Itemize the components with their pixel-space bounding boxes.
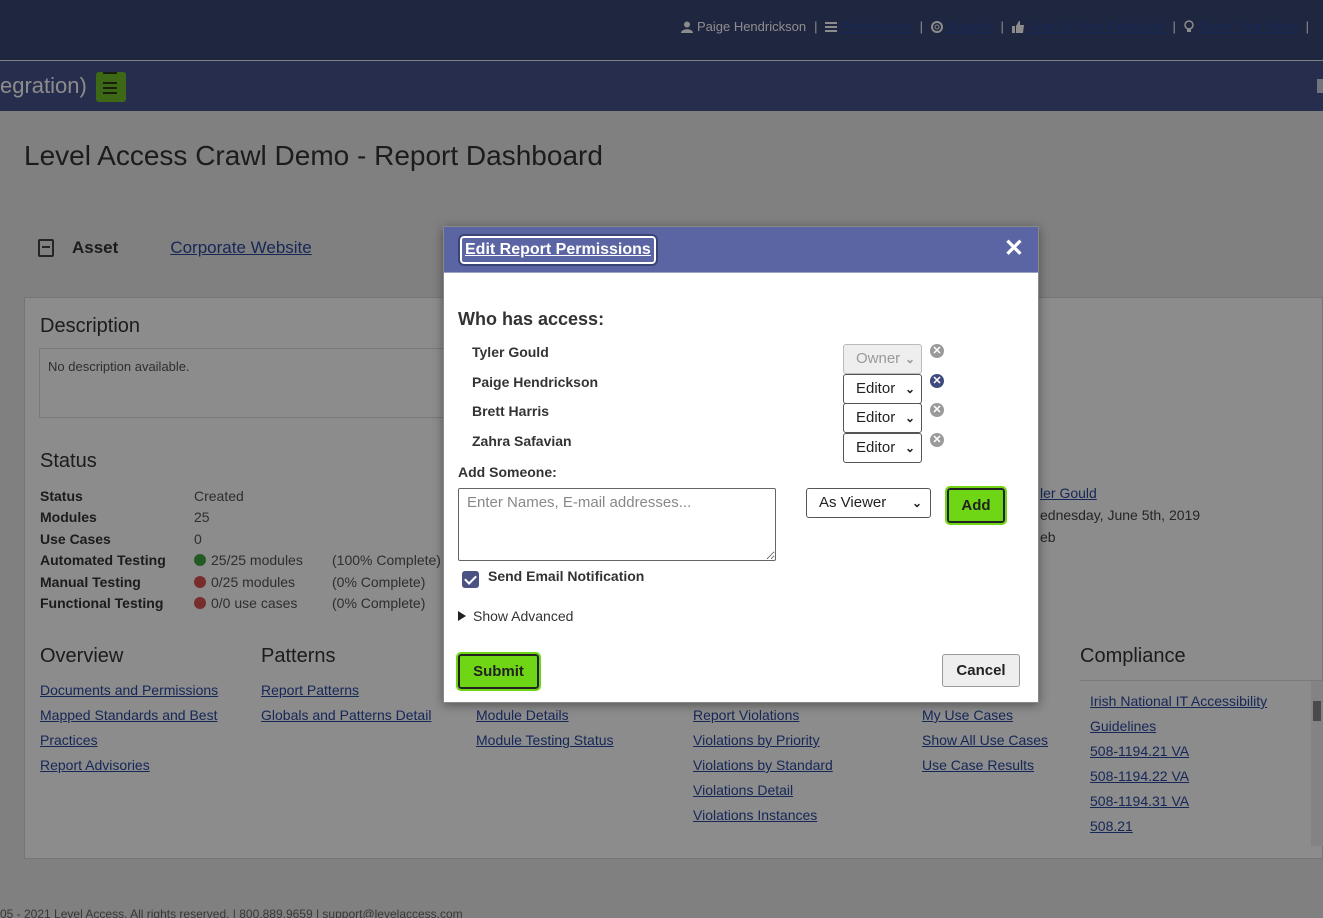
chevron-down-icon: ⌄ (904, 382, 915, 396)
show-advanced-toggle[interactable]: Show Advanced (458, 608, 573, 624)
send-email-label[interactable]: Send Email Notification (488, 568, 644, 584)
role-select[interactable]: Editor ⌄ (843, 403, 922, 433)
role-select[interactable]: Editor ⌄ (843, 433, 922, 463)
role-value: Editor (856, 439, 896, 456)
submit-button[interactable]: Submit (456, 652, 541, 691)
role-value: Editor (856, 409, 896, 426)
chevron-down-icon: ⌄ (904, 352, 915, 366)
person-name: Paige Hendrickson (472, 374, 599, 390)
add-someone-label: Add Someone: (458, 464, 557, 480)
role-select: Owner ⌄ (843, 344, 922, 374)
new-role-select[interactable]: As Viewer ⌄ (806, 488, 931, 518)
person-name: Tyler Gould (472, 344, 549, 360)
role-value: Owner (856, 350, 901, 367)
permission-row: Tyler Gould Owner ⌄ ✕ (472, 344, 1032, 374)
remove-icon[interactable]: ✕ (930, 403, 944, 417)
permission-row: Brett Harris Editor ⌄ ✕ (472, 403, 1032, 433)
role-value: Editor (856, 380, 896, 397)
close-icon[interactable]: ✕ (1004, 237, 1024, 261)
dialog-header: Edit Report Permissions ✕ (444, 227, 1038, 273)
show-advanced-label: Show Advanced (473, 608, 574, 624)
send-email-checkbox[interactable] (462, 571, 479, 588)
edit-permissions-dialog: Edit Report Permissions ✕ Who has access… (443, 226, 1039, 703)
caret-right-icon (458, 611, 466, 621)
who-has-access-heading: Who has access: (458, 309, 605, 329)
dialog-title: Edit Report Permissions (458, 234, 658, 266)
remove-icon[interactable]: ✕ (930, 433, 944, 447)
remove-icon[interactable]: ✕ (930, 374, 944, 388)
remove-icon[interactable]: ✕ (930, 344, 944, 358)
cancel-button[interactable]: Cancel (942, 654, 1020, 687)
chevron-down-icon: ⌄ (904, 411, 915, 425)
add-button[interactable]: Add (945, 486, 1007, 525)
chevron-down-icon: ⌄ (911, 496, 922, 510)
person-name: Zahra Safavian (472, 433, 572, 449)
chevron-down-icon: ⌄ (904, 441, 915, 455)
role-select[interactable]: Editor ⌄ (843, 374, 922, 404)
new-role-value: As Viewer (819, 494, 887, 511)
person-name: Brett Harris (472, 403, 550, 419)
permission-row: Zahra Safavian Editor ⌄ ✕ (472, 433, 1032, 463)
add-people-input[interactable] (458, 488, 776, 561)
permission-row: Paige Hendrickson Editor ⌄ ✕ (472, 374, 1032, 404)
